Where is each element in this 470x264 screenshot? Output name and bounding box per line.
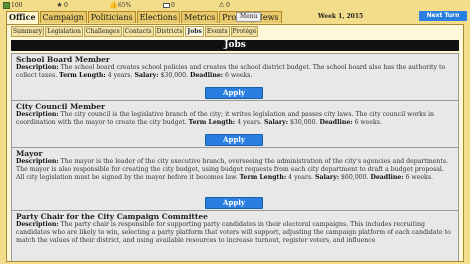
scrollbar[interactable] xyxy=(464,24,469,260)
term-label: Term Length: xyxy=(59,72,106,79)
job-title: Mayor xyxy=(16,149,43,158)
money-icon xyxy=(3,2,10,9)
deadline-value: 6 weeks. xyxy=(225,72,253,79)
job-card-party-chair: Party Chair for the City Campaign Commit… xyxy=(11,210,459,261)
deadline-value: 6 weeks. xyxy=(354,119,382,126)
stars-value: 0 xyxy=(64,2,68,9)
approval-value: 65% xyxy=(118,2,132,9)
star-icon: ★ xyxy=(56,1,63,9)
description-label: Description: xyxy=(16,221,59,228)
job-card-mayor: Mayor Description: The mayor is the lead… xyxy=(11,147,459,211)
approval-stat: 👍 65% xyxy=(109,1,132,10)
deadline-label: Deadline: xyxy=(190,72,224,79)
job-description: Description: The school board creates sc… xyxy=(16,64,454,80)
week-label: Week 1, 2015 xyxy=(318,13,364,20)
job-title: School Board Member xyxy=(16,55,110,64)
description-label: Description: xyxy=(16,158,59,165)
menu-button[interactable]: Menu xyxy=(236,12,262,22)
thumbs-up-icon: 👍 xyxy=(109,1,118,9)
alert-icon: ⚠ xyxy=(218,1,225,9)
deadline-value: 6 weeks. xyxy=(405,174,433,181)
job-description: Description: The mayor is the leader of … xyxy=(16,158,454,182)
salary-label: Salary: xyxy=(134,72,159,79)
job-card-city-council: City Council Member Description: The cit… xyxy=(11,100,459,148)
tab-politicians[interactable]: Politicians xyxy=(87,11,136,23)
money-value: 100 xyxy=(11,2,23,9)
description-text: The party chair is responsible for suppo… xyxy=(16,221,451,244)
tab-office[interactable]: Office xyxy=(6,11,39,24)
apply-button[interactable]: Apply xyxy=(205,87,263,99)
subtab-jobs[interactable]: Jobs xyxy=(185,26,204,37)
other-value: 0 xyxy=(226,2,230,9)
term-value: 4 years. xyxy=(288,174,314,181)
other-stat: ⚠ 0 xyxy=(218,1,230,10)
tab-metrics[interactable]: Metrics xyxy=(181,11,219,23)
job-title: City Council Member xyxy=(16,102,105,111)
term-label: Term Length: xyxy=(239,174,287,181)
office-panel: Summary Legislation Challenges Contacts … xyxy=(6,24,464,262)
messages-value: 0 xyxy=(171,2,175,9)
messages-stat[interactable]: 0 xyxy=(163,2,175,9)
tab-campaign[interactable]: Campaign xyxy=(39,11,87,23)
envelope-icon xyxy=(163,2,170,9)
jobs-header: Jobs xyxy=(11,40,459,51)
job-description: Description: The city council is the leg… xyxy=(16,111,454,127)
job-card-school-board: School Board Member Description: The sch… xyxy=(11,53,459,101)
job-title: Party Chair for the City Campaign Commit… xyxy=(16,212,208,221)
salary-label: Salary: xyxy=(315,174,339,181)
salary-value: $30,000. xyxy=(289,119,318,126)
money-stat: 100 xyxy=(3,2,22,9)
subtab-protege[interactable]: Protégé xyxy=(230,26,259,37)
subtab-contacts[interactable]: Contacts xyxy=(122,26,154,37)
apply-button[interactable]: Apply xyxy=(205,134,263,146)
next-turn-button[interactable]: Next Turn xyxy=(419,11,467,21)
sub-tabs: Summary Legislation Challenges Contacts … xyxy=(11,26,259,37)
subtab-challenges[interactable]: Challenges xyxy=(83,26,122,37)
description-label: Description: xyxy=(16,64,59,71)
subtab-legislation[interactable]: Legislation xyxy=(45,26,83,37)
subtab-summary[interactable]: Summary xyxy=(11,26,45,37)
stars-stat: ★ 0 xyxy=(56,1,68,10)
subtab-events[interactable]: Events xyxy=(204,26,230,37)
term-label: Term Length: xyxy=(188,119,236,126)
term-value: 4 years. xyxy=(237,119,263,126)
term-value: 4 years. xyxy=(107,72,133,79)
deadline-label: Deadline: xyxy=(370,174,404,181)
deadline-label: Deadline: xyxy=(319,119,353,126)
salary-label: Salary: xyxy=(264,119,288,126)
tab-elections[interactable]: Elections xyxy=(136,11,181,23)
salary-value: $30,000. xyxy=(160,72,189,79)
status-bar: 100 ★ 0 👍 65% 0 ⚠ 0 xyxy=(0,0,470,10)
jobs-list[interactable]: School Board Member Description: The sch… xyxy=(11,53,459,261)
subtab-districts[interactable]: Districts xyxy=(154,26,185,37)
description-label: Description: xyxy=(16,111,59,118)
job-description: Description: The party chair is responsi… xyxy=(16,221,454,245)
apply-button[interactable]: Apply xyxy=(205,197,263,209)
salary-value: $60,000. xyxy=(340,174,369,181)
